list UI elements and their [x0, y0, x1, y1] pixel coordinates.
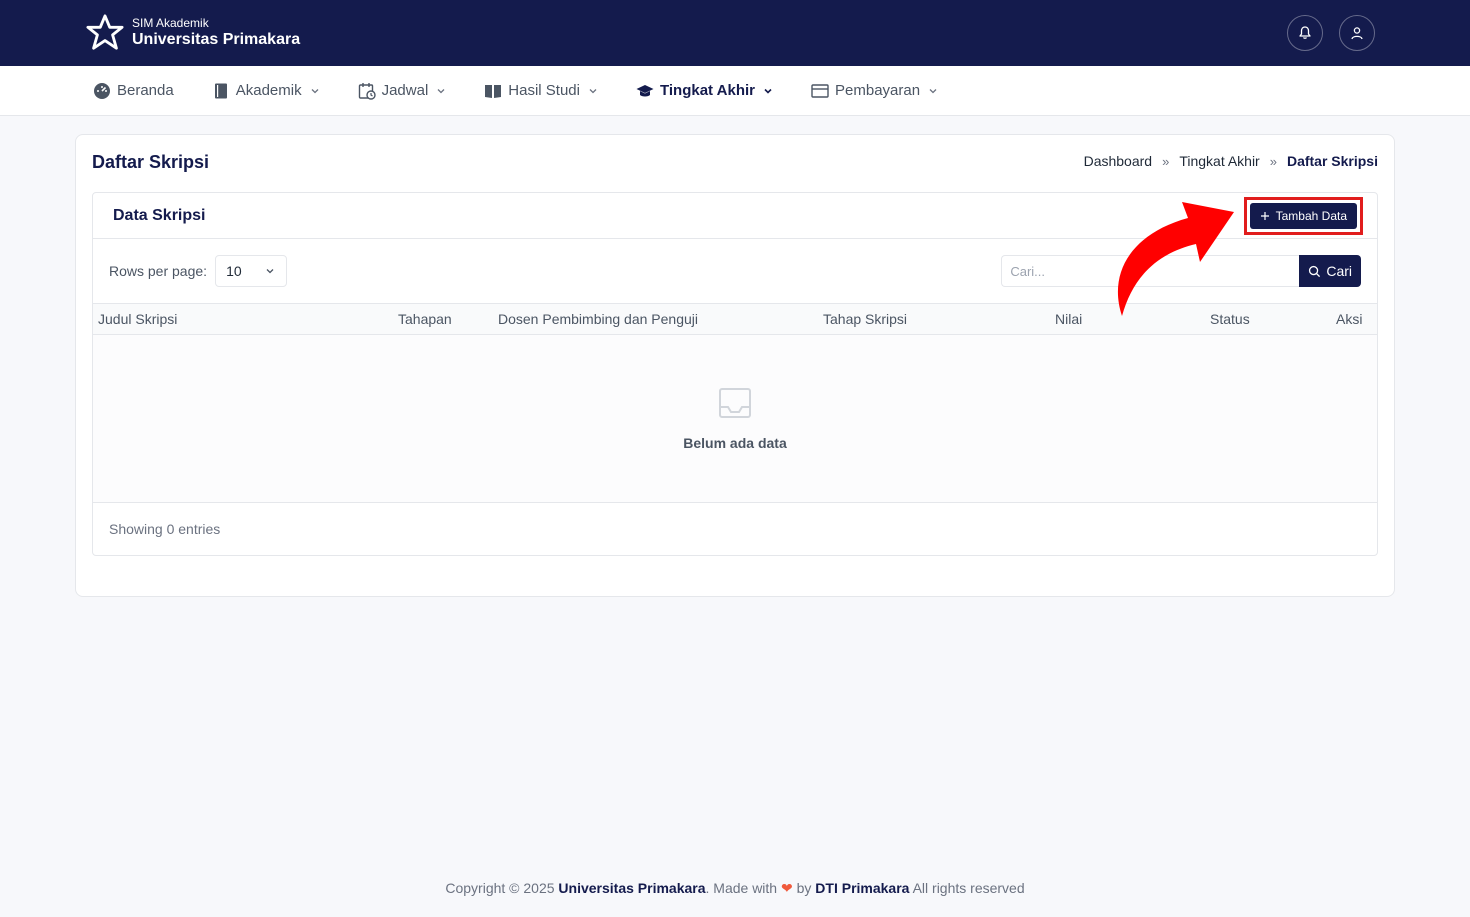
column-dosen[interactable]: Dosen Pembimbing dan Penguji	[498, 311, 698, 327]
nav-item-hasil-studi[interactable]: Hasil Studi	[484, 82, 598, 100]
chevron-down-icon	[266, 269, 274, 274]
breadcrumb-current: Daftar Skripsi	[1286, 153, 1378, 169]
nav-label: Beranda	[117, 82, 174, 99]
chevron-down-icon	[589, 88, 597, 93]
copyright-org[interactable]: Universitas Primakara	[558, 880, 705, 896]
nav-item-pembayaran[interactable]: Pembayaran	[811, 82, 938, 100]
breadcrumb-separator: »	[1269, 153, 1277, 169]
copyright-made-with: . Made with	[705, 880, 781, 896]
user-icon	[1351, 27, 1363, 40]
app-subtitle: SIM Akademik	[132, 16, 209, 30]
page-title: Daftar Skripsi	[92, 152, 210, 172]
notification-button[interactable]	[1287, 15, 1323, 51]
add-data-button[interactable]: Tambah Data	[1249, 202, 1357, 229]
nav-item-jadwal[interactable]: Jadwal	[358, 82, 447, 100]
empty-text: Belum ada data	[683, 434, 787, 451]
panel-title: Data Skripsi	[113, 206, 206, 224]
card-icon	[811, 83, 829, 98]
breadcrumb-separator: »	[1162, 153, 1170, 169]
rows-per-page-value: 10	[226, 263, 242, 279]
top-bar: SIM Akademik Universitas Primakara	[0, 0, 1470, 66]
plus-icon	[1260, 211, 1269, 220]
nav-label: Hasil Studi	[508, 82, 580, 99]
column-nilai[interactable]: Nilai	[1055, 311, 1082, 327]
chevron-down-icon	[929, 88, 937, 93]
entries-count: Showing 0 entries	[109, 521, 221, 537]
nav-label: Pembayaran	[835, 82, 921, 99]
breadcrumb-dashboard[interactable]: Dashboard	[1084, 153, 1153, 169]
copyright-footer: Copyright © 2025 Universitas Primakara. …	[0, 880, 1470, 897]
calendar-clock-icon	[358, 82, 376, 100]
nav-item-tingkat-akhir[interactable]: Tingkat Akhir	[636, 82, 773, 100]
annotation-arrow-icon	[1117, 202, 1234, 316]
copyright-suffix: All rights reserved	[909, 880, 1025, 896]
column-aksi[interactable]: Aksi	[1336, 311, 1362, 327]
open-book-icon	[485, 84, 502, 98]
search-button[interactable]: Cari	[1299, 255, 1361, 287]
column-tahapan[interactable]: Tahapan	[398, 311, 452, 327]
search-button-label: Cari	[1326, 263, 1352, 279]
highlight-box: Tambah Data	[1243, 196, 1363, 235]
main-nav: Beranda Akademik Jadwal Hasil Studi Ting…	[0, 66, 1470, 116]
nav-item-beranda[interactable]: Beranda	[93, 82, 174, 100]
table-footer: Showing 0 entries	[93, 503, 1377, 555]
logo[interactable]: SIM Akademik Universitas Primakara	[86, 14, 300, 52]
rows-per-page-label: Rows per page:	[109, 263, 208, 279]
heart-icon: ❤	[780, 880, 793, 896]
nav-label: Jadwal	[381, 82, 429, 99]
copyright-team[interactable]: DTI Primakara	[815, 880, 909, 896]
app-title: Universitas Primakara	[132, 31, 301, 48]
nav-label: Tingkat Akhir	[659, 82, 756, 99]
copyright-by: by	[792, 880, 816, 896]
copyright-prefix: Copyright © 2025	[445, 880, 559, 896]
bell-icon	[1299, 26, 1311, 39]
star-logo-icon	[86, 14, 124, 50]
column-tahap-skripsi[interactable]: Tahap Skripsi	[823, 311, 907, 327]
chevron-down-icon	[764, 88, 772, 94]
profile-button[interactable]	[1339, 15, 1375, 51]
breadcrumb: Dashboard » Tingkat Akhir » Daftar Skrip…	[1084, 153, 1378, 169]
search-icon	[1309, 265, 1321, 277]
add-data-label: Tambah Data	[1275, 208, 1347, 223]
chevron-down-icon	[437, 88, 445, 93]
column-judul-skripsi[interactable]: Judul Skripsi	[98, 311, 177, 327]
graduation-cap-icon	[636, 84, 654, 96]
dashboard-icon	[94, 82, 110, 99]
nav-label: Akademik	[235, 82, 302, 99]
inbox-icon	[719, 387, 751, 418]
nav-item-akademik[interactable]: Akademik	[212, 82, 320, 100]
empty-state: Belum ada data	[93, 335, 1377, 503]
book-icon	[214, 83, 227, 98]
breadcrumb-tingkat-akhir[interactable]: Tingkat Akhir	[1179, 153, 1259, 169]
rows-per-page-select[interactable]: 10	[215, 255, 288, 287]
chevron-down-icon	[311, 88, 319, 93]
